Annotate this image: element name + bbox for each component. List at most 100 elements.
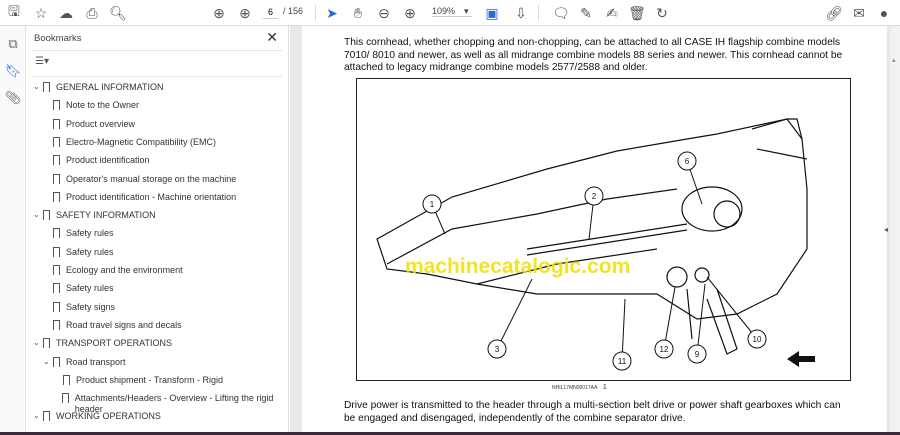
cornhead-diagram: 1 2 3 6 9 10 11 12 <box>376 118 815 371</box>
zoom-dropdown-icon[interactable]: ▾ <box>464 6 469 17</box>
find-icon[interactable]: 🔍︎ <box>108 3 128 23</box>
hand-icon[interactable]: ✋︎ <box>348 3 368 23</box>
callout-9: 9 <box>695 350 700 359</box>
bookmark-icon <box>61 393 69 404</box>
share-link-icon[interactable]: 🔗︎ <box>824 3 844 23</box>
bookmark-label: Product identification <box>66 155 150 166</box>
scroll-mode-icon[interactable]: ⇩ <box>511 3 531 23</box>
bookmark-item[interactable]: Product identification - Machine orienta… <box>26 189 276 207</box>
bookmark-item[interactable]: Note to the Owner <box>26 97 276 115</box>
pdf-page: This cornhead, whether chopping and non-… <box>302 26 887 432</box>
sign-icon[interactable]: ✍︎ <box>602 3 622 23</box>
zoom-out-icon[interactable]: ⊖ <box>374 3 394 23</box>
bookmark-label: Ecology and the environment <box>66 265 183 275</box>
bookmark-item[interactable]: Electro-Magnetic Compatibility (EMC) <box>26 134 276 152</box>
bookmark-label: Product shipment - Transform - Rigid <box>76 374 224 385</box>
bookmark-item[interactable]: Safety rules <box>26 280 276 298</box>
chevron-down-icon[interactable]: ⌄ <box>33 81 43 92</box>
prev-page-icon[interactable]: ⊕ <box>209 3 229 23</box>
bookmark-icon <box>63 374 70 385</box>
bookmark-options-icon[interactable]: ☰▾ <box>35 56 49 67</box>
bookmark-item[interactable]: Product identification <box>26 152 276 170</box>
document-view: This cornhead, whether chopping and non-… <box>290 26 900 432</box>
chevron-down-icon[interactable]: ⌄ <box>33 337 43 348</box>
bookmark-label: Product identification - Machine orienta… <box>66 191 237 202</box>
bookmark-item[interactable]: ⌄ GENERAL INFORMATION <box>26 79 276 97</box>
email-icon[interactable]: ✉ <box>849 3 869 23</box>
bookmark-item[interactable]: ⌄ WORKING OPERATIONS <box>26 408 276 426</box>
print-icon[interactable]: ⎙ <box>82 3 102 23</box>
bookmark-label: GENERAL INFORMATION <box>56 82 164 92</box>
bookmark-label: WORKING OPERATIONS <box>56 411 161 422</box>
page-number-input[interactable] <box>263 6 278 19</box>
comment-icon[interactable]: 🗨︎ <box>551 3 571 23</box>
bookmark-label: Safety rules <box>66 283 114 294</box>
panel-title: Bookmarks <box>34 33 82 44</box>
bookmark-icon <box>53 118 60 129</box>
paragraph-intro: This cornhead, whether chopping and non-… <box>344 37 843 73</box>
bookmark-item[interactable]: ⌄ TRANSPORT OPERATIONS <box>26 335 276 353</box>
save-icon[interactable]: 🖫 <box>4 3 24 23</box>
select-cursor-icon[interactable]: ➤ <box>322 3 342 23</box>
bookmark-label: Road travel signs and decals <box>66 319 182 330</box>
figure-number: 1 <box>602 384 607 391</box>
bookmark-label: Safety rules <box>66 228 114 239</box>
bookmark-item[interactable]: Safety rules <box>26 225 276 243</box>
bookmark-item[interactable]: Operator's manual storage on the machine <box>26 171 276 189</box>
bookmark-label: Operator's manual storage on the machine <box>66 173 237 184</box>
expand-right-panel-icon[interactable]: ◂ <box>884 225 888 234</box>
rotate-icon[interactable]: ↻ <box>652 3 672 23</box>
upload-cloud-icon[interactable]: ☁ <box>56 3 76 23</box>
callout-11: 11 <box>618 357 627 366</box>
bookmark-item[interactable]: Ecology and the environment <box>26 262 276 280</box>
direction-arrow-icon <box>787 351 815 367</box>
zoom-in-icon[interactable]: ⊕ <box>400 3 420 23</box>
bookmark-icon <box>53 301 60 312</box>
account-icon[interactable]: ● <box>874 3 894 23</box>
bookmark-icon <box>53 155 60 166</box>
callout-10: 10 <box>753 335 762 344</box>
watermark: machinecatalogic.com <box>405 255 631 278</box>
highlight-icon[interactable]: ✎ <box>576 3 596 23</box>
fit-page-icon[interactable]: ▣ <box>482 3 502 23</box>
bookmark-item[interactable]: ⌄ Road transport <box>26 354 276 372</box>
bookmark-item[interactable]: Attachments/Headers - Overview - Lifting… <box>26 390 276 414</box>
bookmark-star-icon[interactable]: ☆ <box>31 3 51 23</box>
bookmark-icon <box>43 338 50 349</box>
callout-2: 2 <box>592 192 597 201</box>
bookmark-item[interactable]: ⌄ SAFETY INFORMATION <box>26 207 276 225</box>
callout-3: 3 <box>495 345 500 354</box>
toolbar: 🖫 ☆ ☁ ⎙ 🔍︎ ⊕ ⊕ / 156 ➤ ✋︎ ⊖ ⊕ 109% ▾ ▣ ⇩… <box>0 0 900 26</box>
bookmarks-panel: Bookmarks ✕ ☰▾ ⌄ GENERAL INFORMATION Note … <box>26 26 308 432</box>
bookmark-item[interactable]: Safety signs <box>26 299 276 317</box>
paragraph-drive-power: Drive power is transmitted to the header… <box>344 400 841 424</box>
document-scrollbar[interactable]: ▴ <box>890 26 900 432</box>
close-icon[interactable]: ✕ <box>266 29 278 46</box>
bookmark-item[interactable]: Road travel signs and decals <box>26 317 276 335</box>
next-page-icon[interactable]: ⊕ <box>235 3 255 23</box>
chevron-down-icon[interactable]: ⌄ <box>43 356 53 367</box>
bookmark-label: Safety rules <box>66 246 114 257</box>
bookmark-item[interactable]: Product overview <box>26 116 276 134</box>
bookmark-icon <box>53 228 60 239</box>
bookmark-icon <box>53 265 60 275</box>
bookmark-label: TRANSPORT OPERATIONS <box>56 338 173 349</box>
bookmark-icon <box>53 319 60 330</box>
chevron-down-icon[interactable]: ⌄ <box>33 410 43 421</box>
bookmark-label: Note to the Owner <box>66 100 140 111</box>
bookmark-icon <box>53 173 60 184</box>
bookmark-label: Road transport <box>66 356 126 367</box>
chevron-down-icon[interactable]: ⌄ <box>33 209 43 220</box>
page-thumbnails-icon[interactable]: ⧉ <box>4 35 22 53</box>
figure-caption: NHIL17MN00017AA 1 <box>552 384 607 391</box>
bookmark-item[interactable]: Product shipment - Transform - Rigid <box>26 372 276 390</box>
bookmark-icon <box>53 246 60 257</box>
bookmark-icon <box>53 100 60 111</box>
page-total: / 156 <box>283 6 304 16</box>
delete-icon[interactable]: 🗑︎ <box>627 3 647 23</box>
callout-12: 12 <box>660 345 669 354</box>
bookmarks-icon[interactable]: 🔖︎ <box>4 62 22 80</box>
bookmark-icon <box>43 82 50 92</box>
bookmark-item[interactable]: Safety rules <box>26 244 276 262</box>
attachments-icon[interactable]: 📎︎ <box>4 89 22 107</box>
